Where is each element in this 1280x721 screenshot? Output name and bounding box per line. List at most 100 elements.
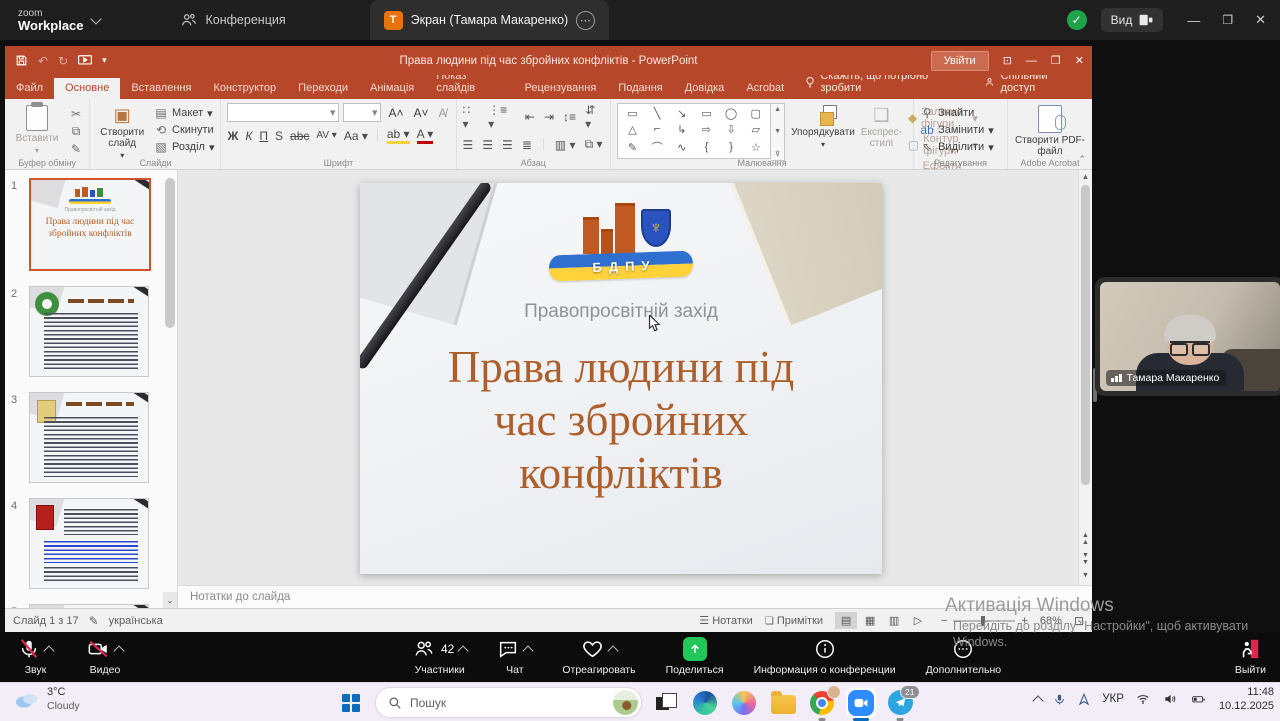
tab-review[interactable]: Рецензування <box>514 78 608 99</box>
decrease-indent-icon[interactable]: ⇤ <box>525 110 535 124</box>
clear-formatting-icon[interactable]: A̸ <box>436 105 450 121</box>
tab-acrobat[interactable]: Acrobat <box>735 78 795 99</box>
cut-icon[interactable]: ✂ <box>69 107 83 121</box>
copy-icon[interactable]: ⧉ <box>69 124 83 139</box>
editor-scrollbar[interactable]: ▲ ▲▲ ▼▼ ▼ <box>1078 170 1092 585</box>
slide-canvas[interactable]: ♆ БДПУ Правопросвітній захід Права людин… <box>360 183 882 574</box>
create-pdf-button[interactable]: Створити PDF-файл <box>1014 103 1086 157</box>
save-icon[interactable] <box>15 54 28 67</box>
tab-view[interactable]: Подання <box>607 78 673 99</box>
replace-button[interactable]: abЗамінити ▾ <box>920 123 994 137</box>
undo-icon[interactable]: ↶ <box>38 54 48 68</box>
align-left-icon[interactable]: ☰ <box>463 138 474 152</box>
slide-2-thumbnail[interactable] <box>29 286 149 377</box>
reset-button[interactable]: ⟲Скинути <box>154 123 214 137</box>
slideshow-view-icon[interactable]: ▷ <box>907 612 929 629</box>
tab-help[interactable]: Довідка <box>674 78 736 99</box>
battery-icon[interactable] <box>1189 692 1208 706</box>
telegram-app-button[interactable]: 21 <box>885 688 915 718</box>
line-spacing-icon[interactable]: ↕≡ <box>563 110 576 124</box>
text-shadow-icon[interactable]: S <box>275 129 283 143</box>
weather-widget[interactable]: 3°C Cloudy <box>14 686 80 713</box>
share-screen-button[interactable]: Поделиться <box>666 637 724 676</box>
slide-3-thumbnail[interactable] <box>29 392 149 483</box>
view-button[interactable]: Вид <box>1101 8 1164 32</box>
thumbnail-scrollbar[interactable] <box>165 178 175 328</box>
maximize-button[interactable]: ❐ <box>1222 13 1233 27</box>
minimize-button[interactable]: — <box>1187 13 1200 28</box>
task-view-button[interactable] <box>651 688 681 718</box>
collapse-ribbon-icon[interactable]: ⌃ <box>1078 154 1086 165</box>
tab-home[interactable]: Основне <box>54 78 120 99</box>
ribbon-display-options-icon[interactable]: ⊡ <box>1003 54 1012 67</box>
edge-app-button[interactable] <box>690 688 720 718</box>
layout-button[interactable]: ▤Макет ▾ <box>154 106 214 120</box>
leave-button[interactable]: Выйти <box>1235 637 1266 676</box>
bullets-icon[interactable]: ∷ ▾ <box>463 103 480 131</box>
italic-icon[interactable]: К <box>245 129 252 143</box>
language-indicator[interactable]: українська <box>109 615 163 627</box>
chat-options-chevron[interactable] <box>523 645 534 656</box>
scroll-up-icon[interactable]: ▲ <box>1082 172 1090 181</box>
slide-1-thumbnail[interactable]: Правопросвітній захід Права людини під ч… <box>29 178 151 271</box>
bold-icon[interactable]: Ж <box>227 129 238 143</box>
video-options-chevron[interactable] <box>113 645 124 656</box>
participant-video-tile[interactable]: Тамара Макаренко <box>1095 277 1280 396</box>
sign-in-button[interactable]: Увійти <box>931 51 989 71</box>
underline-icon[interactable]: П <box>259 129 268 143</box>
paste-button[interactable]: Вставити▾ <box>11 103 63 155</box>
align-center-icon[interactable]: ☰ <box>482 138 493 152</box>
shapes-gallery[interactable]: ▭╲↘▭◯▢ △⌐↳⇨⇩▱ ✎⌒∿{}☆ <box>617 103 771 159</box>
tray-overflow-chevron[interactable] <box>1033 695 1044 706</box>
file-explorer-button[interactable] <box>768 688 798 718</box>
video-button[interactable]: Видео <box>87 637 123 676</box>
chrome-app-button[interactable] <box>807 688 837 718</box>
tab-animations[interactable]: Анімація <box>359 78 425 99</box>
wifi-icon[interactable] <box>1135 692 1151 706</box>
previous-slide-icon[interactable]: ▲▲ <box>1082 532 1089 546</box>
clock-widget[interactable]: 11:48 10.12.2025 <box>1219 685 1274 714</box>
comments-toggle[interactable]: ❏ Примітки <box>765 615 823 627</box>
slide-sorter-icon[interactable]: ▦ <box>859 612 881 629</box>
chat-button[interactable]: Чат <box>497 637 532 676</box>
scrollbar-thumb[interactable] <box>1081 185 1090 485</box>
smartart-convert-icon[interactable]: ⧉ ▾ <box>585 137 603 152</box>
ppt-close-button[interactable]: ✕ <box>1075 54 1084 67</box>
numbering-icon[interactable]: ⋮≡ ▾ <box>488 103 516 131</box>
slide-4-thumbnail[interactable] <box>29 498 149 589</box>
character-spacing-icon[interactable]: A︎V ▾ <box>316 130 336 141</box>
zoom-workplace-logo[interactable]: zoom Workplace <box>18 9 100 32</box>
tab-transitions[interactable]: Переходи <box>287 78 359 99</box>
volume-icon[interactable] <box>1162 692 1178 706</box>
grow-font-icon[interactable]: A˄ <box>385 105 406 121</box>
quick-styles-button[interactable]: ❑ Експрес-стилі <box>861 103 902 149</box>
tab-insert[interactable]: Вставлення <box>120 78 202 99</box>
normal-view-icon[interactable]: ▤ <box>835 612 857 629</box>
meeting-info-button[interactable]: Информация о конференции <box>754 637 896 676</box>
tab-shared-screen[interactable]: T Экран (Тамара Макаренко) ⋯ <box>370 0 610 40</box>
change-case-icon[interactable]: Aa ▾ <box>344 129 368 143</box>
react-options-chevron[interactable] <box>607 645 618 656</box>
tab-options-icon[interactable]: ⋯ <box>576 11 595 30</box>
participants-button[interactable]: 42 Участники <box>412 637 467 676</box>
next-slide-icon[interactable]: ▼▼ <box>1082 552 1089 566</box>
tab-file[interactable]: Файл <box>5 78 54 99</box>
audio-button[interactable]: Звук <box>18 637 53 676</box>
tab-meeting[interactable]: Конференция <box>166 0 300 40</box>
start-slideshow-icon[interactable] <box>78 55 92 67</box>
thumbnail-scroll-down-icon[interactable]: ⌄ <box>163 592 177 608</box>
search-highlight-image[interactable] <box>613 690 638 715</box>
font-name-combo[interactable]: ▾ <box>227 103 339 122</box>
format-painter-icon[interactable]: ✎ <box>69 142 83 156</box>
font-size-combo[interactable]: ▾ <box>343 103 381 122</box>
text-direction-icon[interactable]: ⇵ ▾ <box>585 103 604 131</box>
slide-5-thumbnail[interactable] <box>29 604 149 608</box>
new-slide-button[interactable]: ▣ Створити слайд▾ <box>96 103 148 160</box>
justify-icon[interactable]: ≣ <box>522 138 532 152</box>
start-button[interactable] <box>336 688 366 718</box>
customize-qat-icon[interactable]: ▾ <box>102 55 107 66</box>
proofing-icon[interactable]: ✎ <box>89 614 99 628</box>
close-button[interactable]: ✕ <box>1255 12 1266 28</box>
copilot-app-button[interactable] <box>729 688 759 718</box>
align-right-icon[interactable]: ☰ <box>502 138 513 152</box>
